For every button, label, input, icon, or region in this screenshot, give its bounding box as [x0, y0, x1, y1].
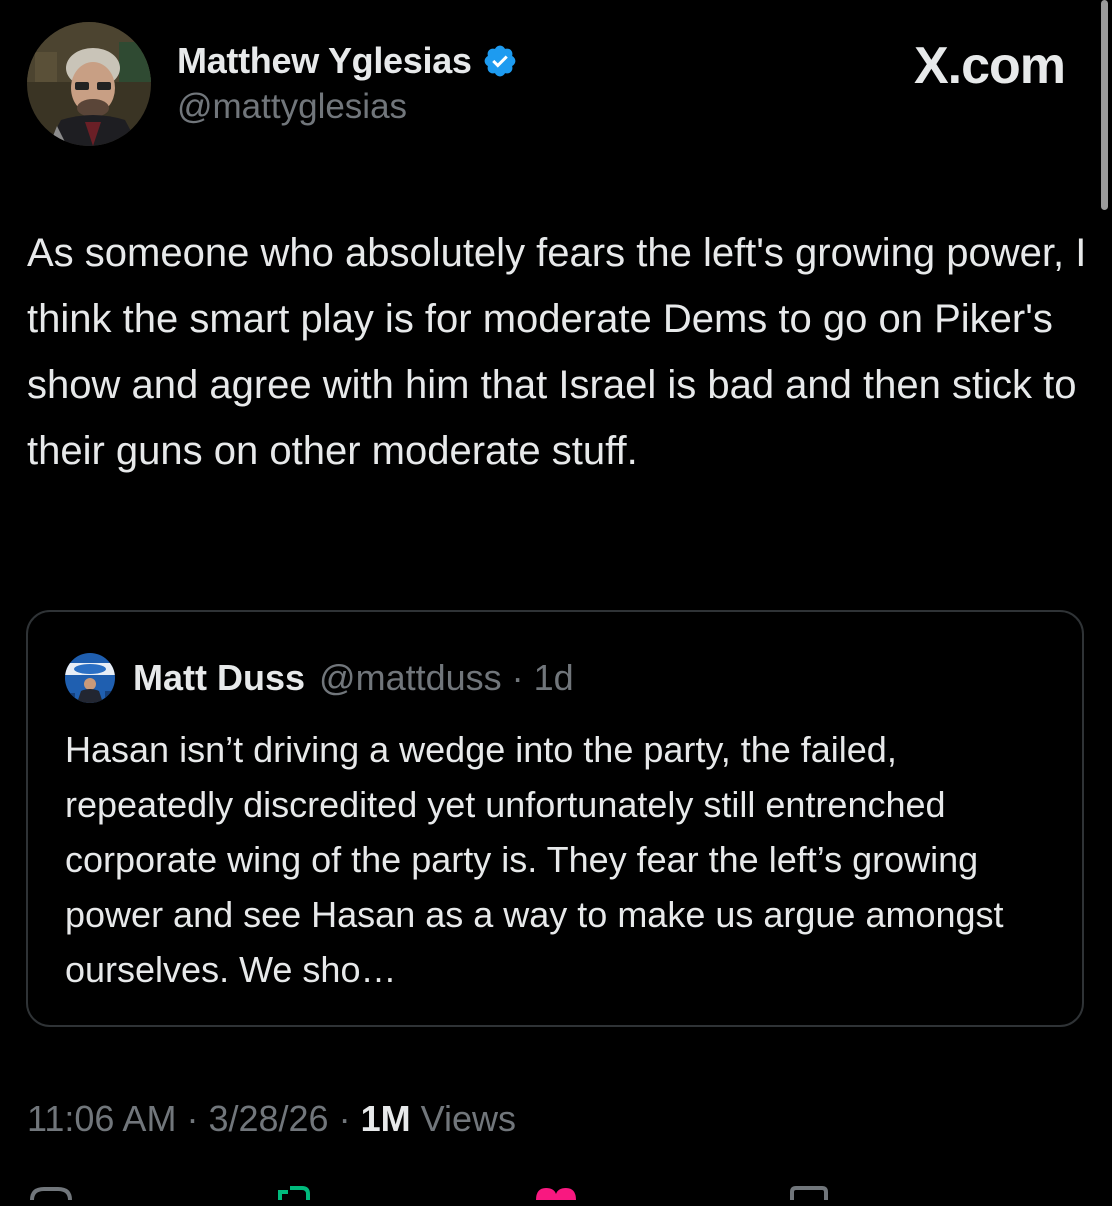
quoted-author-avatar: [65, 653, 115, 703]
quoted-author-display-name: Matt Duss: [133, 657, 306, 698]
author-avatar[interactable]: [27, 22, 151, 146]
views-label: Views: [420, 1098, 516, 1139]
repost-icon[interactable]: [268, 1186, 328, 1200]
views-count[interactable]: 1M: [361, 1098, 411, 1139]
tweet-date[interactable]: 3/28/26: [208, 1098, 328, 1139]
meta-separator: ·: [328, 1098, 361, 1139]
tweet-header: Matthew Yglesias @mattyglesias: [27, 22, 518, 146]
action-bar: [0, 1186, 1112, 1206]
tweet-time[interactable]: 11:06 AM: [27, 1098, 176, 1139]
meta-separator: ·: [176, 1098, 209, 1139]
quoted-tweet[interactable]: Matt Duss @mattduss · 1d Hasan isn’t dri…: [26, 610, 1084, 1027]
author-names: Matthew Yglesias @mattyglesias: [177, 37, 518, 127]
reply-icon[interactable]: [28, 1186, 74, 1200]
like-icon[interactable]: [528, 1186, 584, 1200]
scrollbar[interactable]: [1101, 0, 1108, 210]
quoted-tweet-text: Hasan isn’t driving a wedge into the par…: [65, 729, 1004, 990]
profile-photo-icon: [65, 653, 115, 703]
site-logo: X.com: [913, 37, 1066, 95]
author-display-name[interactable]: Matthew Yglesias: [177, 40, 472, 82]
display-name-row: Matthew Yglesias: [177, 37, 518, 85]
verified-badge-icon[interactable]: [482, 43, 518, 79]
profile-photo-icon: [27, 22, 151, 146]
author-handle[interactable]: @mattyglesias: [177, 87, 518, 127]
quoted-author-handle-time: @mattduss · 1d: [319, 657, 574, 698]
tweet-meta: 11:06 AM · 3/28/26 · 1M Views: [27, 1098, 516, 1140]
tweet-text: As someone who absolutely fears the left…: [27, 231, 1087, 473]
bookmark-icon[interactable]: [786, 1186, 832, 1200]
quoted-tweet-header: Matt Duss @mattduss · 1d: [65, 653, 574, 703]
tweet: Matthew Yglesias @mattyglesias X.com As …: [0, 0, 1112, 1200]
